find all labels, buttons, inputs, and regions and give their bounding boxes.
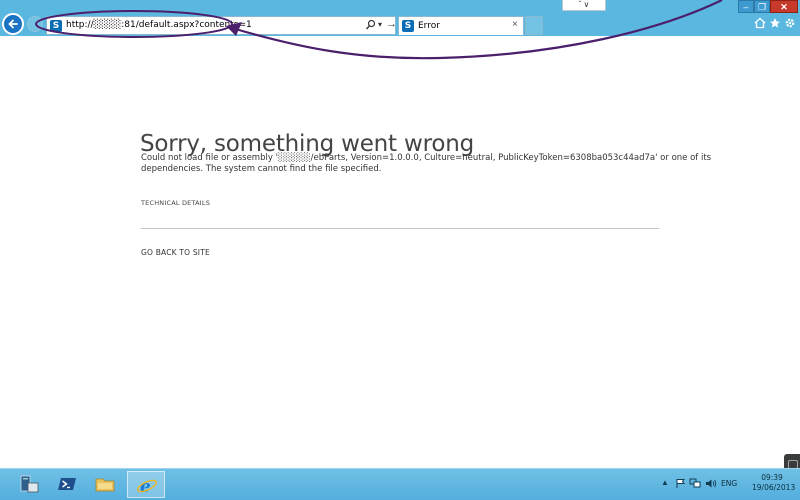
- tab-close-icon[interactable]: ×: [512, 19, 518, 30]
- clock-time: 09:39: [761, 473, 783, 482]
- go-arrow-icon[interactable]: →: [386, 18, 397, 30]
- error-message: Could not load file or assembly '░░░░░/e…: [141, 153, 712, 175]
- taskbar: e ▲ ENG 09:39 19/06/2013: [0, 468, 800, 500]
- taskbar-internet-explorer[interactable]: e: [127, 471, 165, 498]
- tab-label: Error: [418, 21, 440, 31]
- minimize-button[interactable]: –: [738, 0, 754, 13]
- network-icon[interactable]: [689, 478, 701, 489]
- address-dropdown-icon[interactable]: ▾: [378, 20, 382, 29]
- tab-error[interactable]: S Error ×: [398, 16, 524, 35]
- forward-button[interactable]: [27, 16, 43, 32]
- technical-details-link[interactable]: TECHNICAL DETAILS: [141, 199, 210, 207]
- file-explorer-icon: [95, 478, 115, 492]
- address-url[interactable]: http://░░░░:81/default.aspx?contents=1: [66, 20, 252, 30]
- new-tab-button[interactable]: [525, 16, 543, 35]
- svg-text:e: e: [140, 477, 151, 497]
- action-center-flag-icon[interactable]: [675, 478, 686, 489]
- taskbar-powershell[interactable]: [49, 471, 85, 498]
- taskbar-file-explorer[interactable]: [87, 471, 123, 498]
- back-button[interactable]: [2, 13, 24, 35]
- tray-expand-icon[interactable]: ▲: [661, 478, 669, 487]
- taskbar-server-manager[interactable]: [11, 471, 47, 498]
- clock-date: 19/06/2013: [752, 483, 796, 492]
- clock[interactable]: 09:39 19/06/2013: [752, 473, 796, 493]
- back-arrow-icon: [8, 19, 18, 29]
- error-message-line: Could not load file or assembly '░░░░░/e…: [141, 153, 712, 163]
- server-manager-icon: [20, 475, 39, 493]
- error-message-line: dependencies. The system cannot find the…: [141, 164, 382, 174]
- powershell-icon: [58, 478, 76, 490]
- language-indicator[interactable]: ENG: [721, 479, 737, 488]
- search-icon[interactable]: [365, 19, 376, 31]
- title-bar-dropdown[interactable]: ˇ ∨: [562, 0, 606, 11]
- address-bar[interactable]: S http://░░░░:81/default.aspx?contents=1…: [46, 16, 397, 35]
- gear-icon[interactable]: [784, 17, 796, 29]
- sharepoint-site-icon: S: [50, 20, 62, 32]
- favorites-star-icon[interactable]: [769, 17, 781, 29]
- sharepoint-tab-icon: S: [402, 20, 414, 32]
- maximize-button[interactable]: ❐: [754, 0, 770, 13]
- volume-icon[interactable]: [705, 478, 717, 489]
- divider: [141, 228, 659, 229]
- page-content: Sorry, something went wrong Could not lo…: [0, 36, 800, 494]
- internet-explorer-icon: e: [137, 477, 157, 497]
- browser-chrome: S http://░░░░:81/default.aspx?contents=1…: [0, 0, 800, 36]
- go-back-to-site-link[interactable]: GO BACK TO SITE: [141, 248, 210, 257]
- close-button[interactable]: ✕: [770, 0, 798, 13]
- home-icon[interactable]: [754, 17, 766, 29]
